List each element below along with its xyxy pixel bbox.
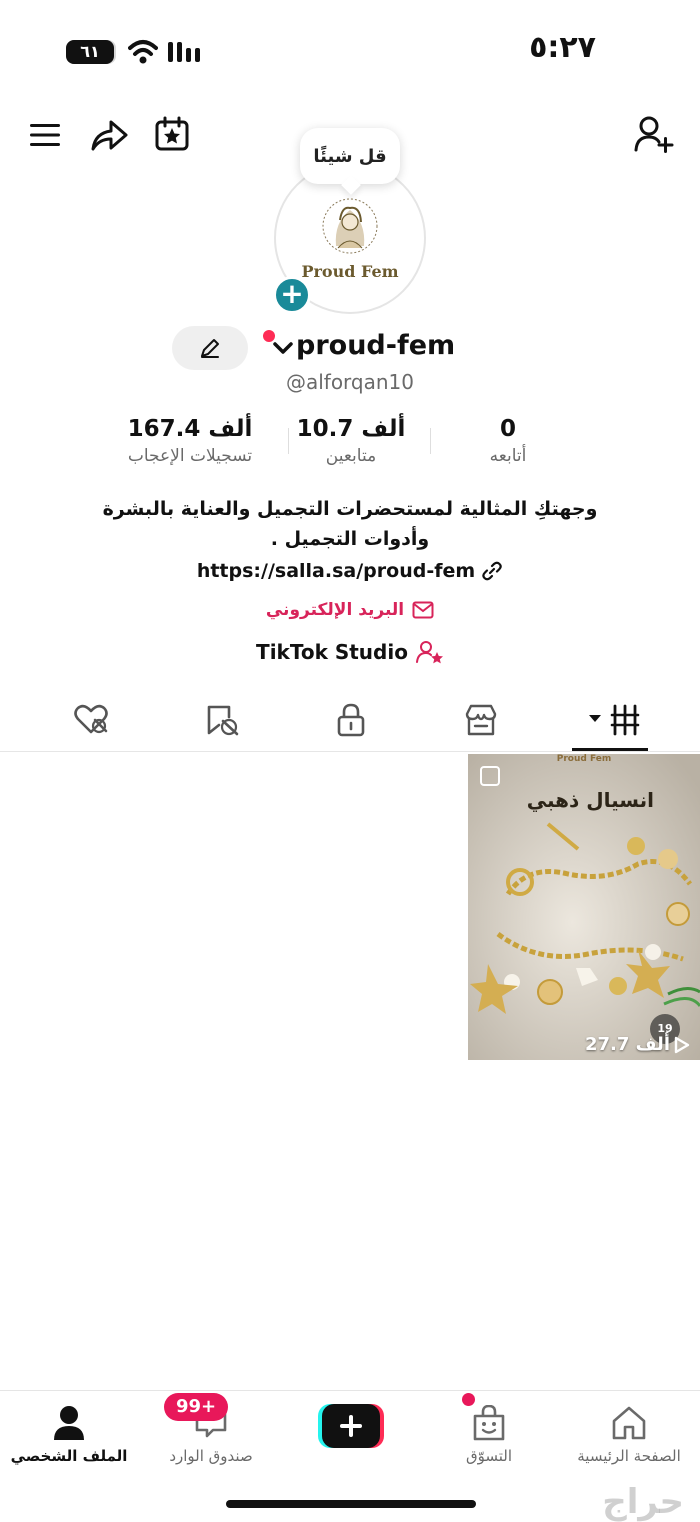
bio-link-text: https://salla.sa/proud-fem	[196, 560, 476, 582]
likes-count: 167.4 ألف	[127, 416, 253, 442]
username[interactable]: proud-fem	[296, 330, 455, 361]
lock-icon	[337, 703, 365, 737]
pencil-icon	[201, 339, 219, 358]
stat-divider	[288, 428, 289, 454]
status-time: ٥:٢٧	[529, 30, 596, 65]
status-bar: ٦١ ٥:٢٧	[0, 0, 700, 100]
profile-filled-icon	[54, 1406, 84, 1440]
tagged-hidden-icon	[207, 705, 239, 736]
tab-tagged[interactable]	[188, 698, 258, 742]
create-button[interactable]	[318, 1404, 384, 1448]
battery-level: ٦١	[80, 42, 100, 61]
active-tab-indicator	[572, 748, 648, 751]
add-user-icon	[634, 116, 674, 153]
email-button[interactable]: البريد الإلكتروني	[0, 600, 700, 620]
likes-stat[interactable]: 167.4 ألف تسجيلات الإعجاب	[108, 414, 272, 466]
nav-home-label: الصفحة الرئيسية	[577, 1447, 681, 1465]
wifi-icon	[128, 40, 158, 64]
link-icon	[482, 561, 502, 581]
followers-stat[interactable]: 10.7 ألف متابعين	[296, 414, 406, 466]
menu-button[interactable]	[26, 116, 64, 154]
nav-home[interactable]: الصفحة الرئيسية	[564, 1403, 694, 1465]
watermark-logo: حراج	[602, 1482, 684, 1522]
tab-videos[interactable]	[576, 698, 646, 742]
menu-icon	[30, 124, 60, 146]
likes-label: تسجيلات الإعجاب	[127, 446, 253, 466]
following-stat[interactable]: 0 أتابعه	[460, 414, 556, 466]
shopping-bag-icon	[473, 1405, 505, 1441]
home-icon	[612, 1406, 646, 1440]
say-something-bubble[interactable]: قل شيئًا	[300, 128, 400, 184]
stat-divider	[430, 428, 431, 454]
video-thumbnail[interactable]: Proud Fem انسيال ذهبي 19 27.7 ألف	[468, 754, 700, 1060]
bio-link[interactable]: https://salla.sa/proud-fem	[0, 560, 700, 582]
chevron-down-icon[interactable]	[272, 340, 294, 356]
shop-icon	[465, 704, 497, 736]
view-count-text: 27.7 ألف	[584, 1034, 670, 1055]
add-story-button[interactable]: +	[273, 276, 311, 314]
profile-tabs	[0, 690, 700, 752]
user-handle: @alforqan10	[285, 370, 415, 394]
edit-profile-button[interactable]	[172, 326, 248, 370]
profile-bio: وجهتكِ المثالية لمستحضرات التجميل والعنا…	[102, 498, 598, 550]
followers-count: 10.7 ألف	[296, 416, 406, 442]
video-title: انسيال ذهبي	[526, 788, 654, 812]
studio-user-star-icon	[415, 641, 443, 664]
calendar-star-icon	[155, 116, 189, 151]
nav-inbox-label: صندوق الوارد	[169, 1447, 253, 1465]
tab-shop[interactable]	[446, 698, 516, 742]
followers-label: متابعين	[325, 446, 377, 466]
email-label: البريد الإلكتروني	[265, 600, 405, 620]
inbox-badge: 99+	[164, 1393, 229, 1421]
share-icon	[91, 120, 128, 151]
play-icon	[674, 1036, 690, 1053]
select-checkbox[interactable]	[480, 766, 500, 786]
tab-private[interactable]	[316, 698, 386, 742]
nav-profile[interactable]: الملف الشخصي	[4, 1403, 134, 1465]
liked-hidden-icon	[74, 704, 108, 734]
share-profile-button[interactable]	[88, 114, 130, 156]
shop-notification-dot	[462, 1393, 475, 1406]
videos-grid-icon	[589, 704, 640, 736]
calendar-button[interactable]	[152, 114, 192, 154]
battery-icon: ٦١	[66, 40, 116, 64]
studio-label: TikTok Studio	[256, 640, 408, 664]
following-label: أتابعه	[489, 446, 527, 466]
signal-icon	[168, 42, 200, 62]
view-count: 27.7 ألف	[585, 1034, 690, 1055]
nav-profile-label: الملف الشخصي	[10, 1447, 128, 1465]
nav-shop-label: التسوّق	[465, 1447, 513, 1465]
video-brand-text: Proud Fem	[556, 754, 612, 764]
tab-liked[interactable]	[56, 698, 126, 742]
home-indicator[interactable]	[226, 1500, 476, 1508]
tiktok-studio-button[interactable]: TikTok Studio	[0, 640, 700, 664]
mail-icon	[412, 601, 434, 619]
nav-shop[interactable]: التسوّق	[424, 1403, 554, 1465]
add-friend-button[interactable]	[632, 112, 676, 156]
following-count: 0	[499, 416, 516, 442]
